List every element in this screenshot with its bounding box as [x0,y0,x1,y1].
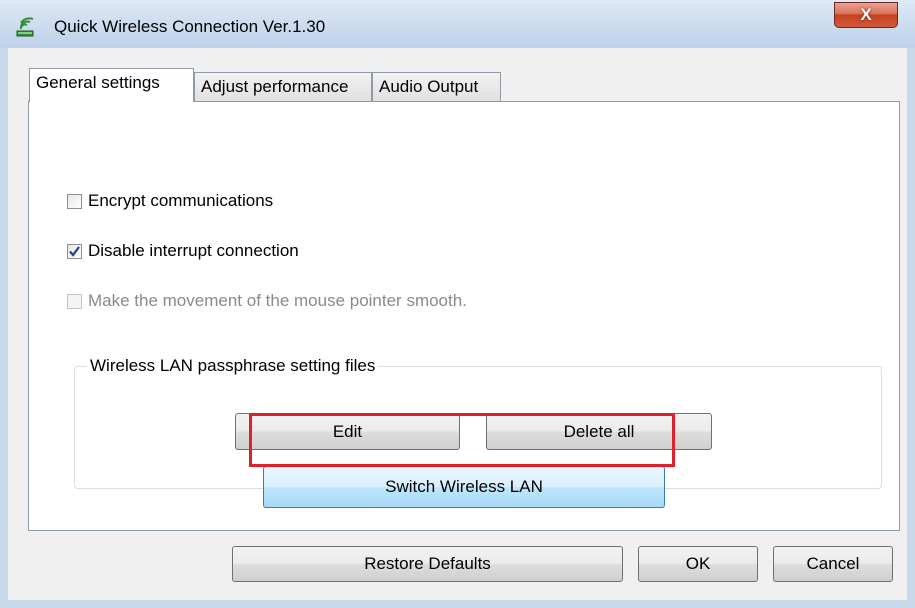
tab-label: General settings [36,73,160,92]
cancel-button[interactable]: Cancel [773,546,893,582]
title-bar[interactable]: Quick Wireless Connection Ver.1.30 X [0,0,915,48]
smooth-pointer-option: Make the movement of the mouse pointer s… [67,291,467,311]
tab-label: Audio Output [379,77,479,96]
encrypt-communications-option[interactable]: Encrypt communications [67,191,273,211]
restore-defaults-label: Restore Defaults [364,554,491,573]
close-icon: X [860,5,872,24]
tab-general-settings[interactable]: General settings [29,68,194,102]
ok-label: OK [685,554,711,573]
wireless-signal-icon [16,17,34,37]
switch-wireless-lan-button[interactable]: Switch Wireless LAN [263,466,665,508]
cancel-label: Cancel [806,554,860,573]
group-legend: Wireless LAN passphrase setting files [87,356,379,376]
checkmark-icon [69,245,80,257]
tab-label: Adjust performance [201,77,349,96]
disable-interrupt-checkbox[interactable] [67,243,82,259]
encrypt-checkbox[interactable] [67,193,82,209]
ok-button[interactable]: OK [638,546,758,582]
disable-interrupt-option[interactable]: Disable interrupt connection [67,241,299,261]
encrypt-label: Encrypt communications [88,191,274,210]
switch-wireless-lan-label: Switch Wireless LAN [385,477,543,496]
tab-adjust-performance[interactable]: Adjust performance [194,72,372,102]
restore-defaults-button[interactable]: Restore Defaults [232,546,623,582]
close-button[interactable]: X [834,2,898,28]
disable-interrupt-label: Disable interrupt connection [88,241,299,260]
smooth-pointer-checkbox [67,293,82,309]
tab-audio-output[interactable]: Audio Output [372,72,501,102]
window-title: Quick Wireless Connection Ver.1.30 [54,17,326,36]
smooth-pointer-label: Make the movement of the mouse pointer s… [88,291,467,310]
quick-wireless-connection-window: Quick Wireless Connection Ver.1.30 X Gen… [0,0,915,608]
switch-button-highlight [249,413,675,467]
dialog-client-area: General settings Adjust performance Audi… [8,48,907,600]
